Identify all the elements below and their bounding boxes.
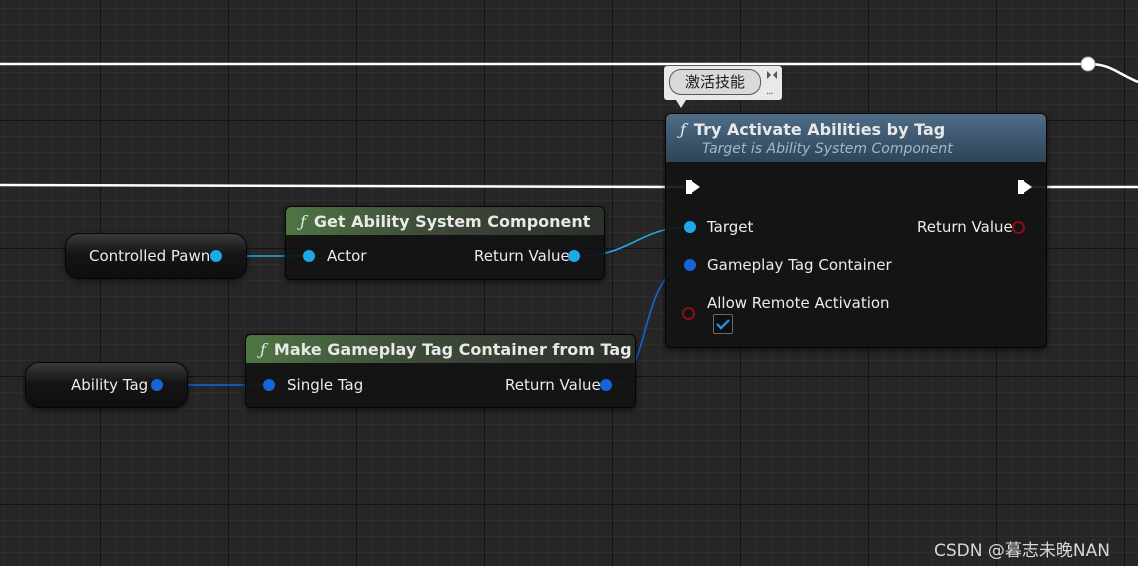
variable-label: Controlled Pawn [89,247,211,265]
target-label: Target [707,218,754,236]
comment-text[interactable]: 激活技能 [669,69,761,95]
function-icon: ƒ [300,211,306,231]
node-make-gameplay-tag-container[interactable]: ƒ Make Gameplay Tag Container from Tag [245,334,636,408]
node-title: Make Gameplay Tag Container from Tag [273,339,632,359]
exec-in-pin[interactable] [686,180,700,194]
return-value-label: Return Value [474,247,570,265]
variable-node-ability-tag[interactable]: Ability Tag [25,362,188,408]
node-header: ƒ Get Ability System Component [286,207,604,235]
allow-remote-activation-label: Allow Remote Activation [707,294,890,312]
single-tag-label: Single Tag [287,376,364,394]
return-value-label: Return Value [917,218,1013,236]
single-tag-pin[interactable] [263,379,275,391]
target-pin[interactable] [684,221,696,233]
node-header: ƒ Make Gameplay Tag Container from Tag [246,335,635,363]
actor-label: Actor [327,247,367,265]
node-title: Get Ability System Component [313,211,591,231]
reroute-node [1080,56,1096,72]
comment-expand-icon[interactable]: ... [766,86,773,97]
return-value-pin[interactable] [600,379,612,391]
ability-tag-pin[interactable] [151,379,163,391]
exec-wire-top-out [1087,62,1138,84]
gameplay-tag-container-label: Gameplay Tag Container [707,256,892,274]
allow-remote-activation-pin[interactable] [682,307,695,320]
node-get-ability-system-component[interactable]: ƒ Get Ability System Component [285,206,605,280]
exec-out-pin[interactable] [1018,180,1032,194]
controlled-pawn-pin[interactable] [210,250,222,262]
variable-label: Ability Tag [71,376,149,394]
function-icon: ƒ [260,339,266,359]
node-header: ƒ Try Activate Abilities by Tag Target i… [666,114,1046,162]
exec-wire-in [0,183,685,189]
node-subtitle: Target is Ability System Component [702,140,953,157]
actor-pin[interactable] [303,250,315,262]
pin-comment-icon[interactable] [766,69,778,81]
comment-bubble-tail [676,100,686,108]
function-icon: ƒ [680,119,686,139]
gameplay-tag-container-pin[interactable] [684,259,696,271]
return-value-pin[interactable] [1012,221,1025,234]
checkmark-icon [716,319,730,330]
return-value-pin[interactable] [568,250,580,262]
watermark: CSDN @暮志未晚NAN [934,541,1110,561]
allow-remote-activation-checkbox[interactable] [713,314,733,334]
node-title: Try Activate Abilities by Tag [693,119,946,139]
return-value-label: Return Value [505,376,601,394]
